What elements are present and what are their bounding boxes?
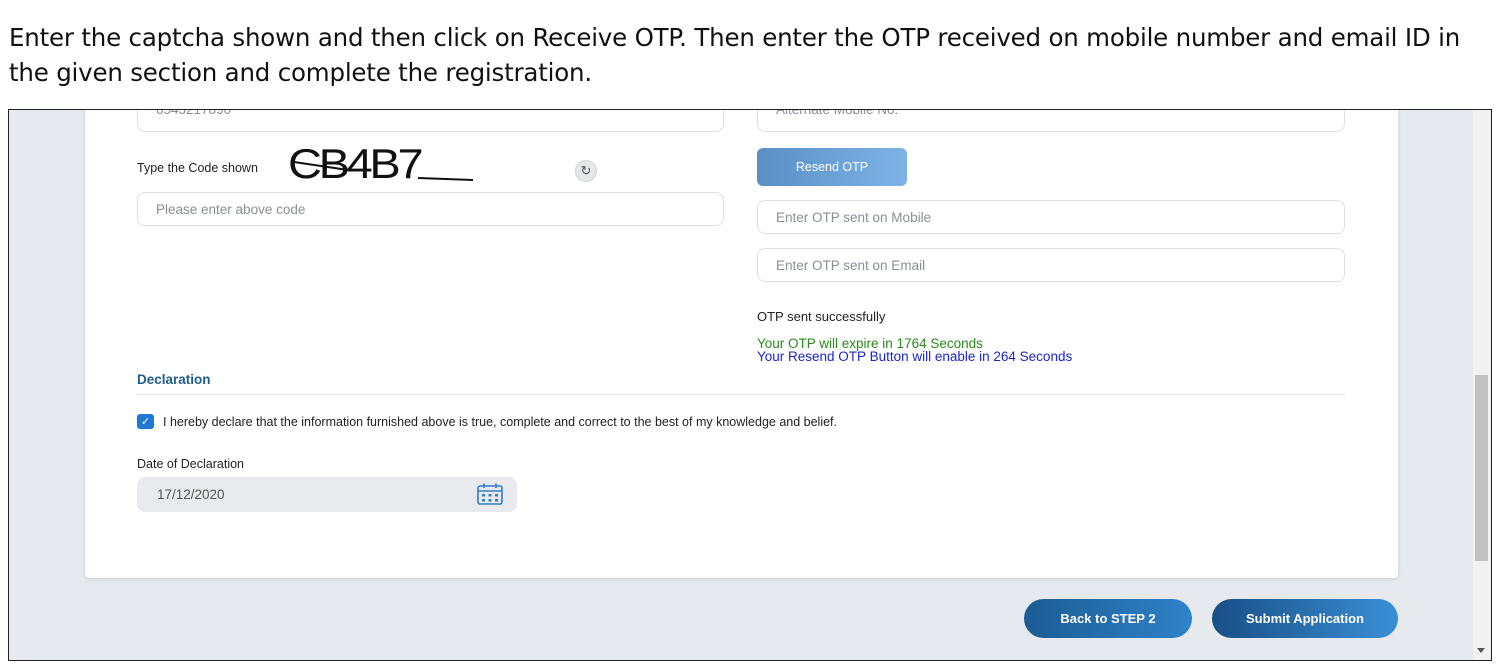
- declaration-title: Declaration: [137, 372, 211, 387]
- submit-application-button[interactable]: Submit Application: [1212, 599, 1398, 638]
- vertical-scrollbar[interactable]: [1473, 110, 1490, 660]
- otp-mobile-input[interactable]: Enter OTP sent on Mobile: [757, 200, 1345, 234]
- back-to-step-2-button[interactable]: Back to STEP 2: [1024, 599, 1192, 638]
- refresh-captcha-icon[interactable]: ↻: [575, 160, 597, 182]
- declaration-date-value: 17/12/2020: [157, 487, 225, 502]
- form-card: 6543217890 Alternate Mobile No. Type the…: [85, 109, 1398, 578]
- captcha-input[interactable]: Please enter above code: [137, 192, 724, 226]
- declaration-text: I hereby declare that the information fu…: [163, 415, 837, 429]
- scroll-down-arrow-icon[interactable]: [1477, 648, 1485, 653]
- otp-email-input[interactable]: Enter OTP sent on Email: [757, 248, 1345, 282]
- alternate-mobile-placeholder: Alternate Mobile No.: [776, 109, 899, 117]
- resend-otp-button[interactable]: Resend OTP: [757, 148, 907, 186]
- screenshot-frame: 6543217890 Alternate Mobile No. Type the…: [8, 109, 1492, 661]
- otp-email-placeholder: Enter OTP sent on Email: [776, 257, 926, 273]
- date-label: Date of Declaration: [137, 457, 245, 471]
- calendar-icon[interactable]: [476, 482, 504, 506]
- declaration-date-input[interactable]: 17/12/2020: [137, 477, 517, 512]
- scrollbar-thumb[interactable]: [1475, 375, 1488, 561]
- captcha-placeholder: Please enter above code: [156, 201, 306, 217]
- resend-timer-text: Your Resend OTP Button will enable in 26…: [757, 349, 1073, 362]
- mobile-number-value: 6543217890: [156, 109, 232, 117]
- captcha-label: Type the Code shown: [137, 161, 258, 175]
- captcha-image: CB4B7: [288, 140, 478, 188]
- declaration-divider: [137, 394, 1345, 395]
- instruction-text: Enter the captcha shown and then click o…: [9, 23, 1461, 87]
- mobile-number-field[interactable]: 6543217890: [137, 109, 724, 132]
- otp-mobile-placeholder: Enter OTP sent on Mobile: [776, 209, 932, 225]
- captcha-strike-lines: [293, 161, 474, 181]
- declaration-checkbox[interactable]: ✓: [137, 414, 154, 429]
- alternate-mobile-field[interactable]: Alternate Mobile No.: [757, 109, 1345, 132]
- otp-status-text: OTP sent successfully: [757, 309, 886, 324]
